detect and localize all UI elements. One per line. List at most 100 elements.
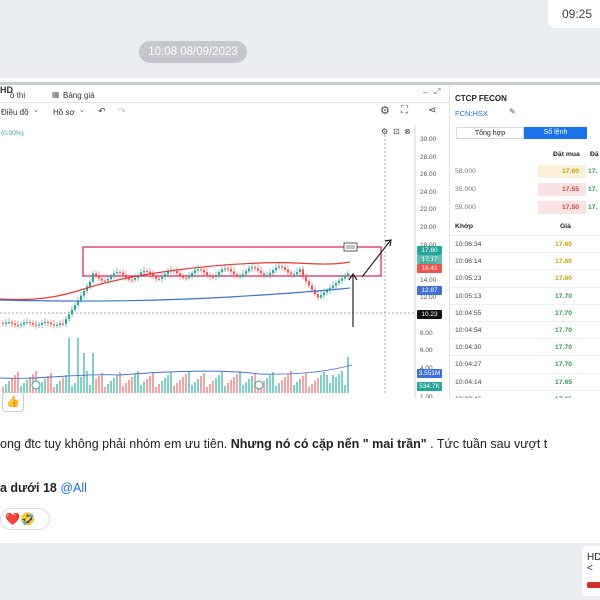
edit-icon[interactable]: ✎ xyxy=(509,107,516,116)
tab-orders[interactable]: Sổ lệnh xyxy=(524,127,587,139)
volume-bar xyxy=(308,387,310,393)
candle-body xyxy=(314,289,316,294)
minus-icon[interactable]: – xyxy=(423,88,427,97)
volume-bar xyxy=(317,378,319,393)
volume-bar xyxy=(89,385,91,393)
volume-bar xyxy=(146,379,148,393)
candle-body xyxy=(290,272,292,275)
candle-body xyxy=(188,276,190,278)
candle-body xyxy=(164,274,166,278)
candle-body xyxy=(239,276,241,278)
volume-bar xyxy=(194,382,196,393)
toolbar-divider xyxy=(0,102,449,103)
volume-bar xyxy=(299,379,301,393)
book-price: 17.55 xyxy=(538,183,586,196)
ticker-label[interactable]: FCN:HSX xyxy=(455,109,488,118)
volume-bar xyxy=(65,375,67,393)
price-axis-label: 22.00 xyxy=(420,206,437,214)
volume-bar xyxy=(50,373,52,393)
tab-price-table[interactable]: Bảng giá xyxy=(63,91,95,100)
price-axis-label: 28.00 xyxy=(420,153,437,161)
volume-bar xyxy=(104,387,106,393)
trade-row: 10:03:46 17.65 xyxy=(450,389,600,398)
candle-body xyxy=(284,267,286,270)
volume-bar xyxy=(68,338,70,393)
candle-body xyxy=(155,276,157,279)
tab-chart[interactable]: ồ thị xyxy=(10,91,25,100)
candle-body xyxy=(2,322,4,324)
price-axis-label: 20.00 xyxy=(420,224,437,231)
candle-body xyxy=(146,271,148,273)
trade-row: 10:05:23 17.60 xyxy=(450,269,600,286)
price-tag-ref: 10.23 xyxy=(417,310,442,319)
gear-icon[interactable]: ⚙ xyxy=(380,104,390,117)
volume-bar xyxy=(290,371,292,393)
chevron-left-icon[interactable]: < xyxy=(587,563,600,574)
menu-profile[interactable]: Hồ sơ xyxy=(53,108,75,117)
order-book-row[interactable]: 35.000 17.55 17. xyxy=(450,181,600,198)
book-ask: 17. xyxy=(588,186,598,193)
trade-time: 10:04:27 xyxy=(455,361,482,369)
trade-time: 10:05:13 xyxy=(455,292,482,300)
trade-price: 17.60 xyxy=(555,241,573,248)
trade-row: 10:04:27 17.70 xyxy=(450,355,600,372)
candle-body xyxy=(197,269,199,271)
price-tag-vol1: 3.551M xyxy=(417,369,442,378)
menu-chart[interactable]: Điều đồ xyxy=(1,108,29,117)
date-separator: 10:08 08/09/2023 xyxy=(139,41,247,63)
volume-bar xyxy=(107,384,109,393)
candle-body xyxy=(320,295,322,298)
volume-bar xyxy=(266,378,268,393)
order-book-row[interactable]: 59.000 17.50 17. xyxy=(450,199,600,216)
candle-body xyxy=(131,279,133,281)
fullscreen-icon[interactable]: ⛶ xyxy=(401,105,408,116)
tab-summary[interactable]: Tổng hợp xyxy=(456,127,524,139)
volume-bar xyxy=(203,373,205,393)
order-book-row[interactable]: 58.000 17.60 17. xyxy=(450,163,600,180)
candle-body xyxy=(80,295,82,301)
candle-body xyxy=(44,322,46,324)
reaction-icons[interactable]: ❤️🤣 xyxy=(5,512,35,526)
side-card[interactable]: HD < xyxy=(582,546,600,596)
volume-bar xyxy=(275,386,277,393)
col-ask: Đặ xyxy=(590,151,599,158)
candle-body xyxy=(161,277,163,279)
chart-screenshot[interactable]: HD ồ thị ▦ Bảng giá – ⤢ Điều đồ ⌄ Hồ sơ … xyxy=(0,82,600,398)
volume-bar xyxy=(278,383,280,393)
volume-bar xyxy=(287,374,289,393)
volume-bar xyxy=(74,383,76,393)
candle-body xyxy=(260,270,262,274)
volume-bar xyxy=(248,379,250,393)
share-icon[interactable]: ⋖ xyxy=(428,105,436,116)
volume-bar xyxy=(62,378,64,393)
undo-icon[interactable]: ↶ xyxy=(98,106,106,117)
expand-icon[interactable]: ⤢ xyxy=(434,87,440,97)
candle-body xyxy=(83,291,85,296)
volume-bar xyxy=(44,379,46,393)
like-button[interactable]: 👍 xyxy=(2,392,24,412)
candlestick-chart[interactable] xyxy=(0,125,416,398)
candle-body xyxy=(293,274,295,276)
volume-bar xyxy=(269,375,271,393)
volume-bar xyxy=(125,383,127,393)
volume-bar xyxy=(182,377,184,393)
candle-body xyxy=(266,275,268,277)
candle-body xyxy=(242,274,244,277)
redo-icon[interactable]: ↷ xyxy=(118,106,126,117)
trade-price: 17.70 xyxy=(555,327,573,334)
candle-body xyxy=(200,269,202,271)
reactions-bar[interactable]: ❤️🤣 xyxy=(0,508,50,530)
trades-header-price: Giá xyxy=(560,223,571,230)
volume-bar xyxy=(200,376,202,393)
trade-price: 17.70 xyxy=(555,292,573,300)
candle-body xyxy=(176,270,178,274)
candle-body xyxy=(20,324,22,326)
trade-time: 10:04:14 xyxy=(455,378,482,386)
mention-all[interactable]: @All xyxy=(60,481,87,495)
book-price: 17.50 xyxy=(538,201,586,214)
volume-bar xyxy=(233,377,235,393)
candle-body xyxy=(32,323,34,325)
candle-body xyxy=(335,283,337,286)
volume-bar xyxy=(281,380,283,393)
trade-price: 17.70 xyxy=(555,309,573,317)
